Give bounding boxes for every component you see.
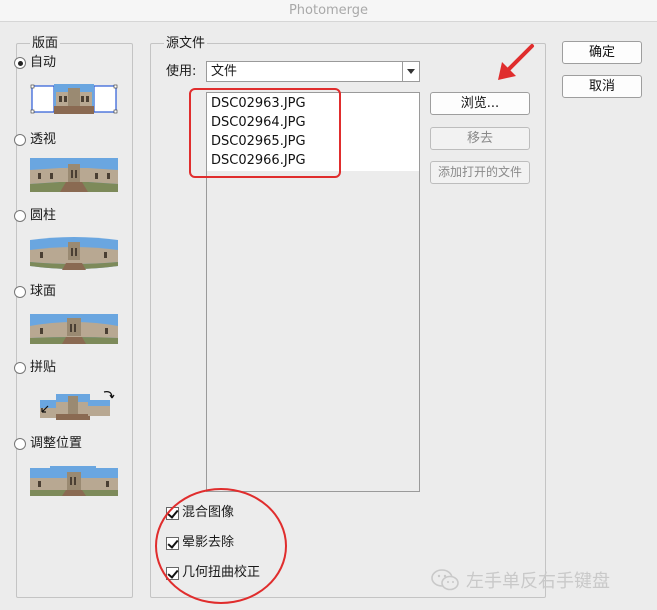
add-open-files-button[interactable]: 添加打开的文件	[430, 161, 530, 184]
layout-option-spherical[interactable]: 球面	[14, 284, 56, 300]
layout-option-reposition[interactable]: 调整位置	[14, 436, 82, 452]
layout-option-perspective[interactable]: 透视	[14, 132, 56, 148]
reposition-thumbnail	[30, 466, 118, 496]
layout-legend: 版面	[30, 36, 61, 52]
browse-button[interactable]: 浏览...	[430, 92, 530, 115]
layout-option-label: 调整位置	[30, 436, 83, 451]
use-select-value: 文件	[211, 64, 238, 79]
radio-reposition[interactable]	[14, 438, 26, 450]
radio-cylindrical[interactable]	[14, 210, 26, 222]
layout-option-collage[interactable]: 拼贴	[14, 360, 56, 376]
auto-thumbnail	[30, 82, 118, 116]
radio-spherical[interactable]	[14, 286, 26, 298]
layout-option-auto[interactable]: 自动	[14, 55, 56, 71]
annotation-highlight-circle	[155, 488, 287, 604]
perspective-thumbnail	[30, 158, 118, 192]
radio-perspective[interactable]	[14, 134, 26, 146]
watermark-text: 左手单反右手键盘	[466, 571, 610, 592]
cylindrical-thumbnail	[30, 237, 118, 270]
spherical-thumbnail	[30, 314, 118, 344]
annotation-highlight-box	[189, 88, 341, 178]
layout-option-label: 圆柱	[30, 208, 57, 223]
watermark: 左手单反右手键盘	[430, 566, 652, 594]
layout-option-cylindrical[interactable]: 圆柱	[14, 208, 56, 224]
source-legend: 源文件	[164, 36, 208, 52]
layout-option-label: 透视	[30, 132, 57, 147]
ok-button[interactable]: 确定	[562, 41, 642, 64]
layout-option-label: 球面	[30, 284, 57, 299]
collage-thumbnail	[40, 391, 115, 420]
cancel-button[interactable]: 取消	[562, 75, 642, 98]
use-select[interactable]: 文件	[206, 61, 420, 82]
annotation-arrow-icon	[498, 44, 534, 80]
remove-button[interactable]: 移去	[430, 127, 530, 150]
layout-option-label: 拼贴	[30, 360, 57, 375]
window-title: Photomerge	[0, 0, 657, 22]
use-label: 使用:	[166, 64, 197, 79]
layout-option-label: 自动	[30, 55, 57, 70]
file-list-empty-area	[207, 171, 419, 491]
photomerge-dialog: Photomerge 版面 自动 透视 圆柱 球面 拼贴 调整位置 源文件 使用…	[0, 0, 657, 610]
radio-collage[interactable]	[14, 362, 26, 374]
wechat-icon	[431, 569, 459, 591]
radio-auto[interactable]	[14, 57, 26, 69]
chevron-down-icon[interactable]	[402, 62, 419, 81]
